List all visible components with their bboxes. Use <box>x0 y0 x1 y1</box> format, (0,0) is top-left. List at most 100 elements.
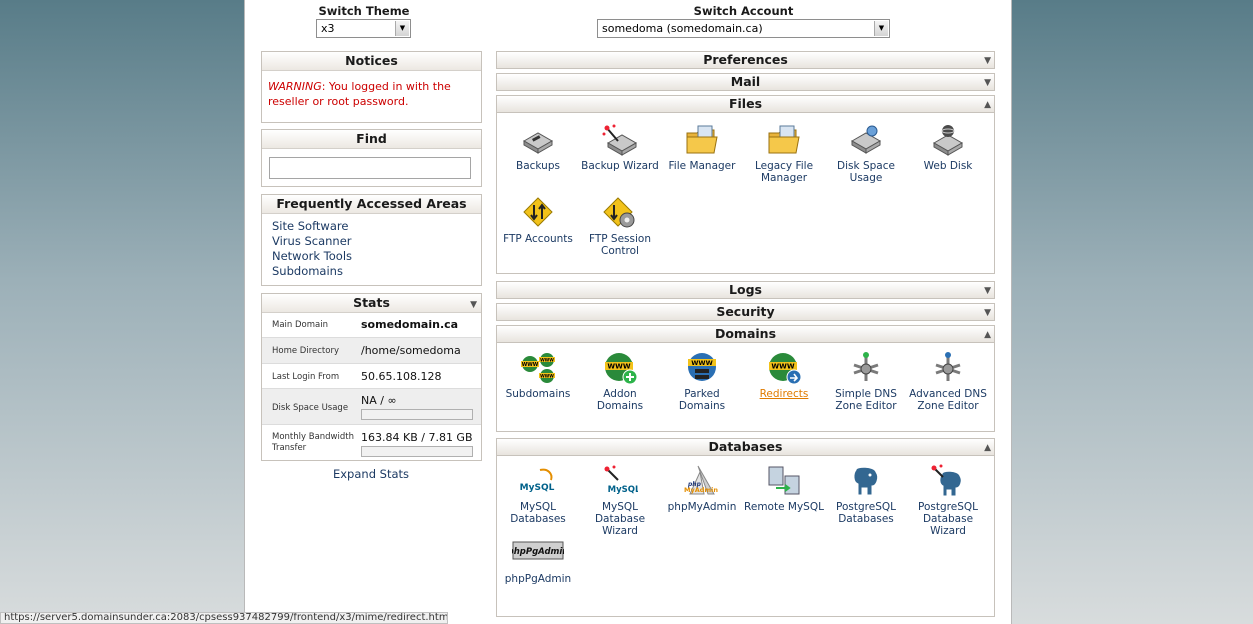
databases-item-postgresql-wizard[interactable]: PostgreSQL Database Wizard <box>908 464 988 537</box>
frequent-link-subdomains[interactable]: Subdomains <box>272 264 471 279</box>
files-item-backup-wizard[interactable]: Backup Wizard <box>580 123 660 172</box>
stats-row-disk-space: Disk Space Usage NA / ∞ <box>262 389 481 425</box>
postgresql-elephant-icon <box>853 466 879 496</box>
frequent-link-site-software[interactable]: Site Software <box>272 219 471 234</box>
databases-item-phppgadmin[interactable]: phpPgAdmin phpPgAdmin <box>498 536 578 585</box>
files-item-legacy-file-manager[interactable]: Legacy File Manager <box>744 123 824 184</box>
section-title: Databases <box>708 439 783 454</box>
item-label: Simple DNS Zone Editor <box>835 388 897 412</box>
stats-value: /home/somedoma <box>361 344 461 357</box>
databases-item-remote-mysql[interactable]: Remote MySQL <box>744 464 824 513</box>
domains-item-simple-dns[interactable]: Simple DNS Zone Editor <box>826 351 906 412</box>
databases-item-mysql-databases[interactable]: MySQL MySQL Databases <box>498 464 578 525</box>
item-label: FTP Accounts <box>503 233 573 245</box>
files-item-disk-space-usage[interactable]: Disk Space Usage <box>826 123 906 184</box>
disk-usage-icon <box>850 125 882 154</box>
mysql-icon-text: MySQL <box>520 483 555 493</box>
stats-value: 163.84 KB / 7.81 GB <box>361 431 473 444</box>
www-icon-text: WWW <box>540 374 554 379</box>
parked-domains-icon: WWW <box>688 353 716 381</box>
files-item-backups[interactable]: Backups <box>498 123 578 172</box>
section-header-preferences[interactable]: Preferences ▼ <box>496 51 995 69</box>
disk-usage-bar <box>361 409 473 420</box>
section-title: Domains <box>714 326 777 341</box>
files-item-file-manager[interactable]: File Manager <box>662 123 742 172</box>
databases-panel: MySQL MySQL Databases MySQL MySQL Databa… <box>496 456 995 617</box>
find-input[interactable] <box>269 157 471 179</box>
stats-row-last-login: Last Login From 50.65.108.128 <box>262 364 481 389</box>
stats-key: Home Directory <box>272 346 339 356</box>
domains-item-redirects[interactable]: WWW Redirects <box>744 351 824 400</box>
remote-mysql-icon <box>768 466 800 495</box>
collapse-triangle-icon[interactable]: ▲ <box>984 97 991 113</box>
notices-title: Notices <box>262 52 481 71</box>
notices-warning: WARNING: You logged in with the reseller… <box>262 71 481 117</box>
stats-value: NA / ∞ <box>361 394 397 407</box>
switch-account-select[interactable]: somedoma (somedomain.ca) ▼ <box>597 19 890 38</box>
section-title: Mail <box>730 74 761 89</box>
section-header-security[interactable]: Security ▼ <box>496 303 995 321</box>
databases-item-mysql-wizard[interactable]: MySQL MySQL Database Wizard <box>580 464 660 537</box>
stats-title[interactable]: Stats ▼ <box>262 294 481 313</box>
find-title: Find <box>262 130 481 149</box>
stats-key: Monthly Bandwidth Transfer <box>272 432 354 453</box>
frequent-link-network-tools[interactable]: Network Tools <box>272 249 471 264</box>
collapse-triangle-icon[interactable]: ▲ <box>984 440 991 456</box>
www-icon-text: WWW <box>607 363 630 371</box>
item-label: Advanced DNS Zone Editor <box>909 388 987 412</box>
expand-triangle-icon[interactable]: ▼ <box>984 283 991 299</box>
section-header-mail[interactable]: Mail ▼ <box>496 73 995 91</box>
postgresql-wizard-icon <box>931 464 962 497</box>
dns-zone-icon <box>935 352 961 381</box>
www-icon-text: WWW <box>691 359 713 367</box>
stats-key: Last Login From <box>272 372 340 382</box>
domains-item-parked-domains[interactable]: WWW Parked Domains <box>662 351 742 412</box>
warning-prefix: WARNING <box>268 80 322 93</box>
collapse-triangle-icon[interactable]: ▼ <box>470 296 477 314</box>
stats-row-bandwidth: Monthly Bandwidth Transfer 163.84 KB / 7… <box>262 425 481 461</box>
redirects-icon: WWW <box>769 353 802 385</box>
chevron-down-icon: ▼ <box>874 21 888 36</box>
folder-icon <box>686 125 718 154</box>
switch-theme-select[interactable]: x3 ▼ <box>316 19 411 38</box>
item-label: Legacy File Manager <box>754 160 814 184</box>
web-disk-icon <box>932 125 964 156</box>
ftp-accounts-icon <box>523 197 553 227</box>
databases-item-phpmyadmin[interactable]: php MyAdmin phpMyAdmin <box>662 464 742 513</box>
collapse-triangle-icon[interactable]: ▲ <box>984 327 991 343</box>
databases-item-postgresql-databases[interactable]: PostgreSQL Databases <box>826 464 906 525</box>
section-header-databases[interactable]: Databases ▲ <box>496 438 995 456</box>
subdomains-icon: WWWWWWWWW <box>521 353 555 383</box>
item-label: phpMyAdmin <box>667 501 737 513</box>
frequent-areas-title: Frequently Accessed Areas <box>262 195 481 214</box>
expand-triangle-icon[interactable]: ▼ <box>984 305 991 321</box>
domains-panel: WWW WWW WWW Subdomains WWW Addon Domains W… <box>496 343 995 432</box>
switch-theme-value: x3 <box>321 22 335 35</box>
domains-item-advanced-dns[interactable]: Advanced DNS Zone Editor <box>908 351 988 412</box>
stats-key: Main Domain <box>272 320 328 330</box>
item-label: PostgreSQL Databases <box>836 501 896 525</box>
phpmyadmin-icon: phpMyAdmin <box>684 465 718 495</box>
item-label: Web Disk <box>923 160 973 172</box>
files-panel: Backups Backup Wizard File Manager Legac… <box>496 113 995 274</box>
frequent-link-virus-scanner[interactable]: Virus Scanner <box>272 234 471 249</box>
files-item-web-disk[interactable]: Web Disk <box>908 123 988 172</box>
mysql-icon-text: MySQL <box>608 485 638 495</box>
domains-item-addon-domains[interactable]: WWW Addon Domains <box>580 351 660 412</box>
section-header-files[interactable]: Files ▲ <box>496 95 995 113</box>
item-label: Subdomains <box>505 388 571 400</box>
files-item-ftp-session-control[interactable]: FTP Session Control <box>580 196 660 257</box>
section-header-logs[interactable]: Logs ▼ <box>496 281 995 299</box>
section-header-domains[interactable]: Domains ▲ <box>496 325 995 343</box>
backup-disk-icon <box>522 132 554 154</box>
expand-triangle-icon[interactable]: ▼ <box>984 75 991 91</box>
stats-value: 50.65.108.128 <box>361 370 442 383</box>
expand-stats-link[interactable]: Expand Stats <box>261 467 481 481</box>
item-label: Backups <box>516 160 560 172</box>
files-item-ftp-accounts[interactable]: FTP Accounts <box>498 196 578 245</box>
www-icon-text: WWW <box>540 358 554 363</box>
expand-triangle-icon[interactable]: ▼ <box>984 53 991 69</box>
domains-item-subdomains[interactable]: WWW WWW WWW Subdomains <box>498 351 578 400</box>
section-title: Files <box>728 96 763 111</box>
find-box: Find <box>261 129 482 187</box>
